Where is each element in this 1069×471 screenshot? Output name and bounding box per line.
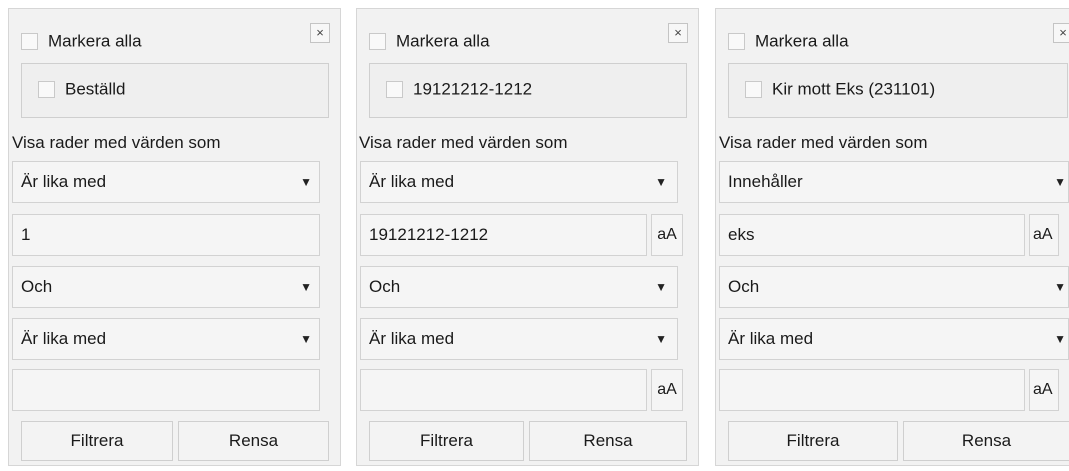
close-icon[interactable]: × — [668, 23, 688, 43]
operator-dropdown-1[interactable]: Innehåller ▼ — [719, 161, 1069, 203]
chevron-down-icon: ▼ — [1054, 280, 1066, 294]
chevron-down-icon: ▼ — [300, 175, 312, 189]
select-all-checkbox[interactable]: Markera alla — [728, 31, 849, 52]
value-text: 1 — [21, 225, 31, 244]
close-icon[interactable]: × — [1053, 23, 1069, 43]
match-case-button[interactable]: aA — [1029, 214, 1059, 256]
values-list: Kir mott Eks (231101) — [728, 63, 1068, 118]
select-all-checkbox[interactable]: Markera alla — [369, 31, 490, 52]
list-item[interactable]: Beställd — [38, 79, 125, 100]
operator-dropdown-2[interactable]: Är lika med ▼ — [719, 318, 1069, 360]
value-text: eks — [728, 225, 755, 244]
clear-button[interactable]: Rensa — [178, 421, 329, 461]
checkbox-icon[interactable] — [38, 81, 55, 99]
filter-button[interactable]: Filtrera — [369, 421, 524, 461]
list-item-label: 19121212-1212 — [413, 79, 533, 99]
list-item-label: Kir mott Eks (231101) — [772, 79, 936, 99]
chevron-down-icon: ▼ — [300, 280, 312, 294]
chevron-down-icon: ▼ — [655, 280, 667, 294]
chevron-down-icon: ▼ — [1054, 332, 1066, 346]
operator-dropdown-2[interactable]: Är lika med ▼ — [360, 318, 678, 360]
operator-value: Är lika med — [728, 329, 814, 348]
filter-caption: Visa rader med värden som — [719, 133, 928, 152]
match-case-button[interactable]: aA — [651, 369, 683, 411]
list-item[interactable]: 19121212-1212 — [386, 79, 532, 100]
checkbox-icon[interactable] — [745, 81, 762, 99]
select-all-checkbox[interactable]: Markera alla — [21, 31, 142, 52]
filter-button[interactable]: Filtrera — [728, 421, 898, 461]
clear-button[interactable]: Rensa — [529, 421, 687, 461]
list-item-label: Beställd — [65, 79, 126, 99]
chevron-down-icon: ▼ — [655, 175, 667, 189]
chevron-down-icon: ▼ — [1054, 175, 1066, 189]
logic-dropdown[interactable]: Och ▼ — [360, 266, 678, 308]
checkbox-icon[interactable] — [369, 33, 386, 51]
filter-panel-1: × Markera alla Beställd Visa rader med v… — [8, 8, 341, 466]
logic-dropdown[interactable]: Och ▼ — [12, 266, 320, 308]
select-all-label: Markera alla — [396, 31, 490, 51]
logic-value: Och — [369, 277, 401, 296]
values-list: Beställd — [21, 63, 329, 118]
filter-panels: × Markera alla Beställd Visa rader med v… — [0, 0, 1069, 471]
filter-caption: Visa rader med värden som — [359, 133, 568, 152]
value-text: 19121212-1212 — [369, 225, 489, 244]
operator-value: Är lika med — [21, 172, 107, 191]
values-list: 19121212-1212 — [369, 63, 687, 118]
match-case-button[interactable]: aA — [1029, 369, 1059, 411]
checkbox-icon[interactable] — [728, 33, 745, 51]
match-case-button[interactable]: aA — [651, 214, 683, 256]
list-item[interactable]: Kir mott Eks (231101) — [745, 79, 935, 100]
select-all-label: Markera alla — [48, 31, 142, 51]
operator-dropdown-2[interactable]: Är lika med ▼ — [12, 318, 320, 360]
value-input-1[interactable]: 19121212-1212 — [360, 214, 647, 256]
value-input-2[interactable] — [12, 369, 320, 411]
value-input-1[interactable]: eks — [719, 214, 1025, 256]
operator-value: Innehåller — [728, 172, 803, 191]
filter-caption: Visa rader med värden som — [12, 133, 221, 152]
close-icon[interactable]: × — [310, 23, 330, 43]
checkbox-icon[interactable] — [21, 33, 38, 51]
operator-dropdown-1[interactable]: Är lika med ▼ — [360, 161, 678, 203]
filter-panel-3: × Markera alla Kir mott Eks (231101) Vis… — [715, 8, 1069, 466]
value-input-1[interactable]: 1 — [12, 214, 320, 256]
filter-button[interactable]: Filtrera — [21, 421, 173, 461]
operator-value: Är lika med — [369, 172, 455, 191]
logic-dropdown[interactable]: Och ▼ — [719, 266, 1069, 308]
chevron-down-icon: ▼ — [300, 332, 312, 346]
logic-value: Och — [21, 277, 53, 296]
chevron-down-icon: ▼ — [655, 332, 667, 346]
checkbox-icon[interactable] — [386, 81, 403, 99]
value-input-2[interactable] — [360, 369, 647, 411]
operator-dropdown-1[interactable]: Är lika med ▼ — [12, 161, 320, 203]
operator-value: Är lika med — [369, 329, 455, 348]
clear-button[interactable]: Rensa — [903, 421, 1069, 461]
select-all-label: Markera alla — [755, 31, 849, 51]
filter-panel-2: × Markera alla 19121212-1212 Visa rader … — [356, 8, 699, 466]
operator-value: Är lika med — [21, 329, 107, 348]
logic-value: Och — [728, 277, 760, 296]
value-input-2[interactable] — [719, 369, 1025, 411]
